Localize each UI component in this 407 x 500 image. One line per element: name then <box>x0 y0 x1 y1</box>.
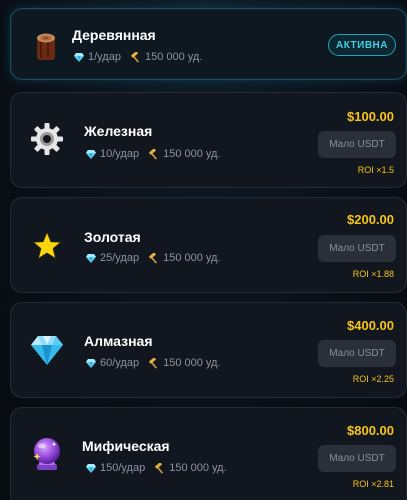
gem-icon <box>74 53 84 62</box>
hammer-icon <box>148 253 159 264</box>
pickaxe-card-iron[interactable]: Железная 10/удар 150 000 уд. $100.00 Мал… <box>10 92 407 188</box>
per-hit-value: 150/удар <box>100 462 146 474</box>
item-meta: 10/удар 150 000 уд. <box>86 148 221 160</box>
buy-button-insufficient-usdt[interactable]: Мало USDT <box>318 131 396 158</box>
buy-button-insufficient-usdt[interactable]: Мало USDT <box>318 340 396 367</box>
hammer-icon <box>154 463 165 474</box>
hammer-icon <box>148 358 159 369</box>
durability-value: 150 000 уд. <box>163 148 221 160</box>
hammer-icon <box>148 149 159 160</box>
buy-button-insufficient-usdt[interactable]: Мало USDT <box>318 445 396 472</box>
item-title: Железная <box>84 123 153 139</box>
crystal-ball-icon <box>29 436 65 472</box>
pickaxe-card-golden[interactable]: Золотая 25/удар 150 000 уд. $200.00 Мало… <box>10 197 407 293</box>
price-label: $400.00 <box>347 318 394 333</box>
durability-value: 150 000 уд. <box>169 462 227 474</box>
item-meta: 60/удар 150 000 уд. <box>86 357 221 369</box>
per-hit-value: 10/удар <box>100 148 140 160</box>
gear-icon <box>29 121 65 157</box>
per-hit-value: 25/удар <box>100 252 140 264</box>
item-title: Золотая <box>84 229 141 245</box>
buy-button-insufficient-usdt[interactable]: Мало USDT <box>318 235 396 262</box>
diamond-icon <box>29 332 65 368</box>
roi-label: ROI ×1.88 <box>352 269 394 279</box>
active-status-badge: АКТИВНА <box>328 34 396 56</box>
price-label: $100.00 <box>347 109 394 124</box>
gem-icon <box>86 254 96 263</box>
durability-value: 150 000 уд. <box>144 51 203 63</box>
item-meta: 150/удар 150 000 уд. <box>86 462 227 474</box>
item-title: Деревянная <box>72 27 156 43</box>
durability-value: 150 000 уд. <box>163 252 221 264</box>
pickaxe-card-mythic[interactable]: Мифическая 150/удар 150 000 уд. $800.00 … <box>10 407 407 500</box>
per-hit-value: 1/удар <box>88 51 121 63</box>
gem-icon <box>86 359 96 368</box>
wood-log-icon <box>28 28 64 64</box>
price-label: $200.00 <box>347 212 394 227</box>
durability-value: 150 000 уд. <box>163 357 221 369</box>
pickaxe-card-diamond[interactable]: Алмазная 60/удар 150 000 уд. $400.00 Мал… <box>10 302 407 398</box>
gem-icon <box>86 150 96 159</box>
item-title: Алмазная <box>84 333 153 349</box>
roi-label: ROI ×2.25 <box>352 374 394 384</box>
item-meta: 25/удар 150 000 уд. <box>86 252 221 264</box>
item-title: Мифическая <box>82 438 170 454</box>
star-icon <box>29 228 65 264</box>
price-label: $800.00 <box>347 423 394 438</box>
per-hit-value: 60/удар <box>100 357 140 369</box>
gem-icon <box>86 464 96 473</box>
roi-label: ROI ×1.5 <box>357 165 394 175</box>
item-meta: 1/удар 150 000 уд. <box>74 51 202 63</box>
roi-label: ROI ×2.81 <box>352 479 394 489</box>
pickaxe-card-wooden[interactable]: Деревянная 1/удар 150 000 уд. АКТИВНА <box>10 8 407 80</box>
hammer-icon <box>130 52 141 63</box>
